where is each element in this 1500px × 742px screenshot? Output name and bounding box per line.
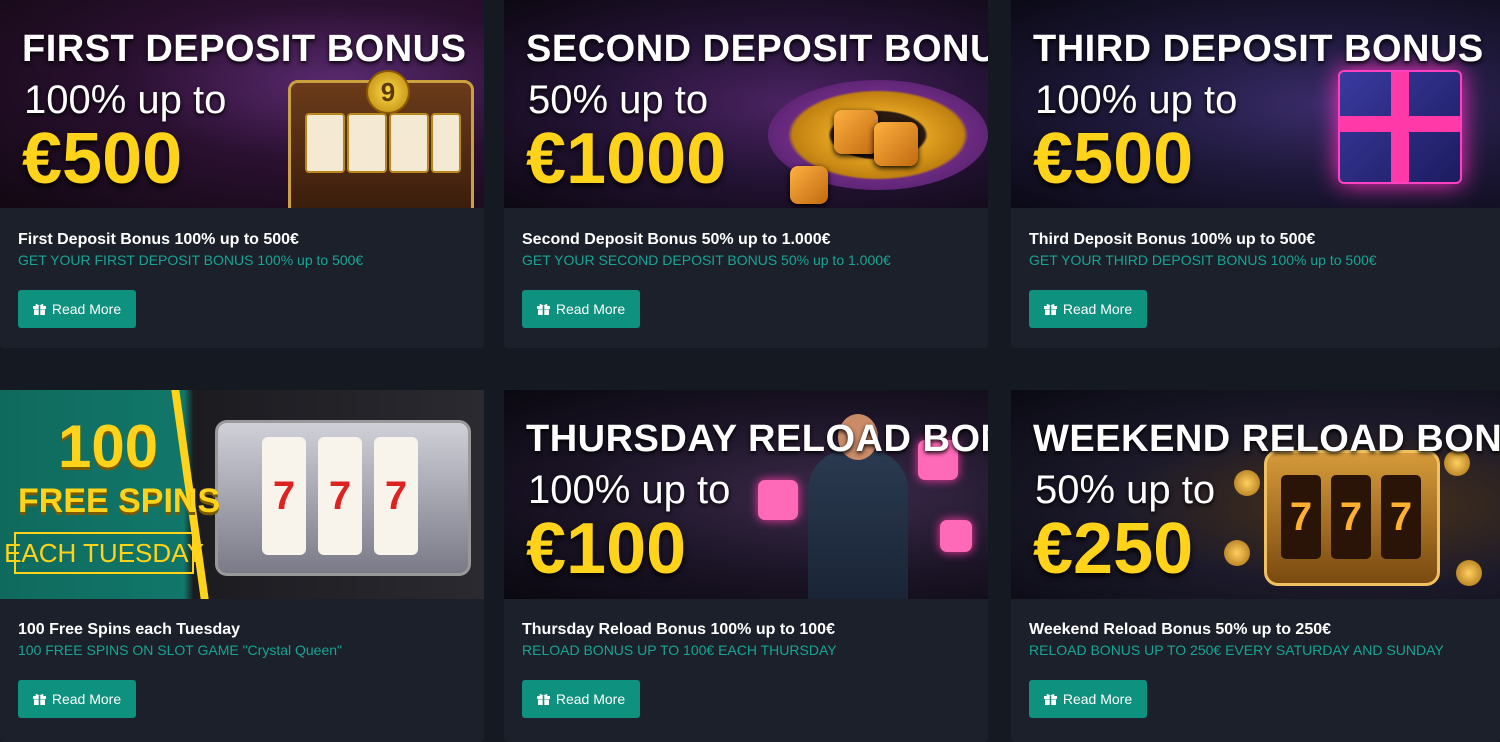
coin-art [1234,470,1260,496]
banner-headline: THURSDAY RELOAD BONUS [526,418,988,460]
banner-headline: SECOND DEPOSIT BONUS [526,28,988,70]
read-more-button[interactable]: Read More [1029,290,1147,328]
dice-art [790,166,828,204]
banner-each-tuesday: EACH TUESDAY [4,532,204,574]
banner-amount: €250 [1033,509,1194,589]
gift-icon [32,303,46,315]
banner-amount: €500 [1033,119,1194,199]
slot-reel: 7 [374,437,418,555]
read-more-button[interactable]: Read More [522,680,640,718]
slot-reel: 7 [262,437,306,555]
dice-art [758,480,798,520]
banner-amount: €1000 [526,119,727,199]
slot-reel [431,113,461,173]
gift-box-art [1338,70,1462,184]
promo-info: First Deposit Bonus 100% up to 500€ GET … [18,230,466,270]
promo-card-first-deposit: 9 FIRST DEPOSIT BONUS 100% up to €500 Fi… [0,0,484,348]
promo-info: Second Deposit Bonus 50% up to 1.000€ GE… [522,230,970,270]
gift-icon [536,693,550,705]
promo-subtitle: GET YOUR THIRD DEPOSIT BONUS 100% up to … [1029,252,1377,268]
promo-banner[interactable]: THURSDAY RELOAD BONUS 100% up to €100 [504,390,988,599]
slot-reel [389,113,429,173]
promotions-grid: 9 FIRST DEPOSIT BONUS 100% up to €500 Fi… [0,0,1500,742]
slot-reel: 7 [318,437,362,555]
excited-man-art [808,414,908,599]
promo-title: Second Deposit Bonus 50% up to 1.000€ [522,231,831,248]
promo-card-free-spins: 7 7 7 100 FREE SPINS EACH TUESDAY 100 Fr… [0,390,484,742]
promo-title: Thursday Reload Bonus 100% up to 100€ [522,621,835,638]
promo-title: First Deposit Bonus 100% up to 500€ [18,231,299,248]
read-more-label: Read More [51,301,122,317]
read-more-label: Read More [1062,301,1133,317]
read-more-button[interactable]: Read More [1029,680,1147,718]
banner-sub: 50% up to [1035,468,1216,512]
banner-sub: 100% up to [24,78,227,122]
banner-headline: WEEKEND RELOAD BONUS [1033,418,1500,460]
promo-banner[interactable]: SECOND DEPOSIT BONUS 50% up to €1000 [504,0,988,208]
read-more-label: Read More [51,691,122,707]
banner-sub: 50% up to [528,78,709,122]
promo-banner[interactable]: 7 7 7 WEEKEND RELOAD BONUS 50% up to €25… [1011,390,1500,599]
promo-card-weekend-reload: 7 7 7 WEEKEND RELOAD BONUS 50% up to €25… [1011,390,1500,742]
coin-art [1224,540,1250,566]
promo-subtitle: 100 FREE SPINS ON SLOT GAME "Crystal Que… [18,642,343,658]
promo-subtitle: GET YOUR FIRST DEPOSIT BONUS 100% up to … [18,252,364,268]
dice-art [834,110,878,154]
promo-info: Third Deposit Bonus 100% up to 500€ GET … [1029,230,1482,270]
banner-headline: THIRD DEPOSIT BONUS [1033,28,1484,70]
gift-icon [536,303,550,315]
promo-info: Thursday Reload Bonus 100% up to 100€ RE… [522,620,970,660]
banner-big-number: 100 [58,413,159,480]
promo-card-third-deposit: THIRD DEPOSIT BONUS 100% up to €500 Thir… [1011,0,1500,348]
dice-art [940,520,972,552]
promo-info: Weekend Reload Bonus 50% up to 250€ RELO… [1029,620,1482,660]
slot-reel: 7 [1381,475,1421,559]
promo-title: Third Deposit Bonus 100% up to 500€ [1029,231,1316,248]
banner-amount: €100 [526,509,687,589]
promo-subtitle: GET YOUR SECOND DEPOSIT BONUS 50% up to … [522,252,891,268]
read-more-button[interactable]: Read More [18,680,136,718]
banner-free-spins: FREE SPINS [18,482,221,520]
banner-amount: €500 [22,119,183,199]
promo-banner[interactable]: 7 7 7 100 FREE SPINS EACH TUESDAY [0,390,484,599]
promo-subtitle: RELOAD BONUS UP TO 250€ EVERY SATURDAY A… [1029,642,1444,658]
coin-art [1456,560,1482,586]
read-more-button[interactable]: Read More [18,290,136,328]
slot-reel: 7 [1281,475,1321,559]
banner-headline: FIRST DEPOSIT BONUS [22,28,467,70]
gift-icon [1043,693,1057,705]
coin-nine-art: 9 [366,70,410,114]
promo-banner[interactable]: THIRD DEPOSIT BONUS 100% up to €500 [1011,0,1500,208]
read-more-label: Read More [555,301,626,317]
banner-sub: 100% up to [1035,78,1238,122]
promo-info: 100 Free Spins each Tuesday 100 FREE SPI… [18,620,466,660]
slot-reel [347,113,387,173]
promo-subtitle: RELOAD BONUS UP TO 100€ EACH THURSDAY [522,642,837,658]
promo-card-thursday-reload: THURSDAY RELOAD BONUS 100% up to €100 Th… [504,390,988,742]
dice-art [874,122,918,166]
gift-icon [1043,303,1057,315]
promo-banner[interactable]: 9 FIRST DEPOSIT BONUS 100% up to €500 [0,0,484,208]
banner-sub: 100% up to [528,468,731,512]
promo-title: 100 Free Spins each Tuesday [18,621,241,638]
silver-slot-art: 7 7 7 [215,420,471,576]
slot-reel [305,113,345,173]
promo-card-second-deposit: SECOND DEPOSIT BONUS 50% up to €1000 Sec… [504,0,988,348]
read-more-label: Read More [1062,691,1133,707]
gift-icon [32,693,46,705]
gift-ribbon [1340,116,1460,132]
read-more-label: Read More [555,691,626,707]
gold-slot-art: 7 7 7 [1264,450,1440,586]
read-more-button[interactable]: Read More [522,290,640,328]
promo-title: Weekend Reload Bonus 50% up to 250€ [1029,621,1332,638]
slot-reel: 7 [1331,475,1371,559]
